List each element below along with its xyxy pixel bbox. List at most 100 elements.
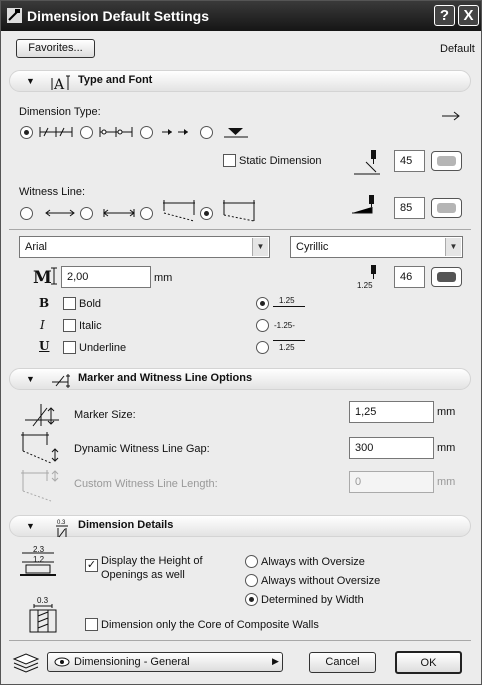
text-position-below-radio[interactable]	[256, 341, 269, 354]
chevron-down-icon: ▼	[445, 238, 461, 256]
font-family-value: Arial	[25, 241, 48, 253]
collapse-triangle-icon[interactable]: ▼	[26, 374, 35, 384]
italic-checkbox[interactable]	[63, 319, 76, 332]
opening-icon-bottom: 1.2	[33, 555, 45, 564]
chevron-down-icon: ▼	[252, 238, 268, 256]
witness-radio-2[interactable]	[80, 207, 93, 220]
dim-type-dot-icon	[99, 127, 133, 137]
default-label: Default	[440, 43, 475, 55]
pen-color-swatch	[437, 156, 456, 166]
marker-pen-number[interactable]: 45	[394, 150, 425, 172]
oversize-always-without-radio[interactable]	[245, 574, 258, 587]
section-title: Dimension Details	[78, 519, 174, 531]
font-size-icon: M	[33, 267, 57, 287]
text-position-inline: -1.25-	[274, 321, 295, 330]
dimension-type-radio-2[interactable]	[80, 126, 93, 139]
ok-button[interactable]: OK	[395, 651, 462, 674]
oversize-by-width-radio[interactable]	[245, 593, 258, 606]
oversize-option-label: Determined by Width	[261, 594, 364, 606]
separator	[9, 229, 471, 230]
witness-pen-icon	[352, 195, 374, 214]
witness-none-icon	[45, 209, 75, 217]
marker-size-input[interactable]: 1,25	[349, 401, 434, 423]
text-position-above: 1.25	[279, 296, 295, 305]
svg-text:M: M	[33, 268, 52, 287]
witness-custom-icon	[223, 200, 255, 222]
layer-dropdown[interactable]: Dimensioning - General ▶	[47, 652, 283, 672]
witness-gap-label: Dynamic Witness Line Gap:	[74, 443, 210, 455]
italic-label: Italic	[79, 320, 102, 332]
marker-size-icon	[25, 404, 59, 427]
close-button[interactable]: X	[458, 5, 479, 26]
arrow-expand-icon	[442, 111, 460, 121]
pen-color-swatch	[437, 203, 456, 213]
window-title: Dimension Default Settings	[27, 8, 210, 24]
bold-checkbox[interactable]	[63, 297, 76, 310]
witness-gap-input[interactable]: 300	[349, 437, 434, 459]
separator	[9, 640, 471, 641]
svg-text:0.3: 0.3	[57, 520, 66, 526]
text-pen-color-button[interactable]	[431, 267, 462, 287]
oversize-option-label: Always with Oversize	[261, 556, 365, 568]
opening-icon-top: 2.3	[33, 545, 45, 554]
text-pen-size-label: 1.25	[357, 281, 373, 290]
dim-type-arrow-icon	[162, 129, 188, 135]
section-type-and-font[interactable]: ▼ A Type and Font	[9, 70, 471, 92]
dialog-window: Dimension Default Settings ? X Favorites…	[0, 0, 482, 685]
witness-radio-3[interactable]	[140, 207, 153, 220]
eye-icon	[54, 657, 70, 667]
collapse-triangle-icon[interactable]: ▼	[26, 76, 35, 86]
text-position-above-radio[interactable]	[256, 297, 269, 310]
text-pen-number[interactable]: 46	[394, 266, 425, 288]
custom-witness-length-unit: mm	[437, 476, 456, 488]
custom-witness-length-input: 0	[349, 471, 434, 493]
dim-type-triangle-icon	[224, 128, 248, 138]
text-position-inline-radio[interactable]	[256, 319, 269, 332]
title-bar: Dimension Default Settings ? X	[1, 1, 481, 31]
marker-size-unit: mm	[437, 406, 456, 418]
dim-type-slash-icon	[39, 127, 73, 137]
section-title: Marker and Witness Line Options	[78, 372, 253, 384]
display-opening-height-label: Display the Height of Openings as well	[101, 554, 203, 582]
witness-dynamic-icon	[163, 200, 195, 222]
font-script-select[interactable]: Cyrillic ▼	[290, 236, 463, 258]
dimension-line	[273, 340, 305, 341]
core-only-checkbox[interactable]	[85, 618, 98, 631]
witness-gap-unit: mm	[437, 442, 456, 454]
dimension-type-radio-1[interactable]	[20, 126, 33, 139]
witness-short-icon	[103, 209, 135, 217]
witness-radio-1[interactable]	[20, 207, 33, 220]
dimension-type-radio-3[interactable]	[140, 126, 153, 139]
help-button[interactable]: ?	[434, 5, 455, 26]
witness-gap-icon	[21, 432, 59, 464]
witness-radio-4[interactable]	[200, 207, 213, 220]
marker-size-label: Marker Size:	[74, 409, 136, 421]
underline-icon: U	[39, 339, 50, 353]
font-family-select[interactable]: Arial ▼	[19, 236, 270, 258]
display-opening-height-line2: Openings as well	[101, 569, 185, 581]
cancel-button[interactable]: Cancel	[309, 652, 376, 673]
section-dimension-details[interactable]: ▼ 0.3 Dimension Details	[9, 515, 471, 538]
bold-icon: B	[39, 296, 50, 310]
witness-pen-color-button[interactable]	[431, 198, 462, 218]
collapse-triangle-icon[interactable]: ▼	[26, 521, 35, 531]
oversize-option-label: Always without Oversize	[261, 575, 381, 587]
chevron-right-icon: ▶	[272, 656, 279, 666]
static-dimension-checkbox[interactable]	[223, 154, 236, 167]
pen-color-swatch	[437, 272, 456, 282]
display-opening-height-checkbox[interactable]: ✓	[85, 559, 98, 572]
favorites-button[interactable]: Favorites...	[16, 39, 95, 58]
dimension-line	[273, 306, 305, 307]
font-script-value: Cyrillic	[296, 241, 329, 253]
oversize-always-with-radio[interactable]	[245, 555, 258, 568]
section-marker-witness[interactable]: ▼ Marker and Witness Line Options	[9, 368, 471, 390]
font-size-input[interactable]: 2,00	[61, 266, 151, 288]
section-title: Type and Font	[78, 74, 153, 86]
italic-icon: I	[40, 318, 45, 332]
marker-pen-color-button[interactable]	[431, 151, 462, 171]
underline-checkbox[interactable]	[63, 341, 76, 354]
dimension-type-radio-4[interactable]	[200, 126, 213, 139]
witness-pen-number[interactable]: 85	[394, 197, 425, 219]
dimension-details-icon: 0.3	[56, 520, 68, 538]
dimension-app-icon	[7, 8, 22, 23]
